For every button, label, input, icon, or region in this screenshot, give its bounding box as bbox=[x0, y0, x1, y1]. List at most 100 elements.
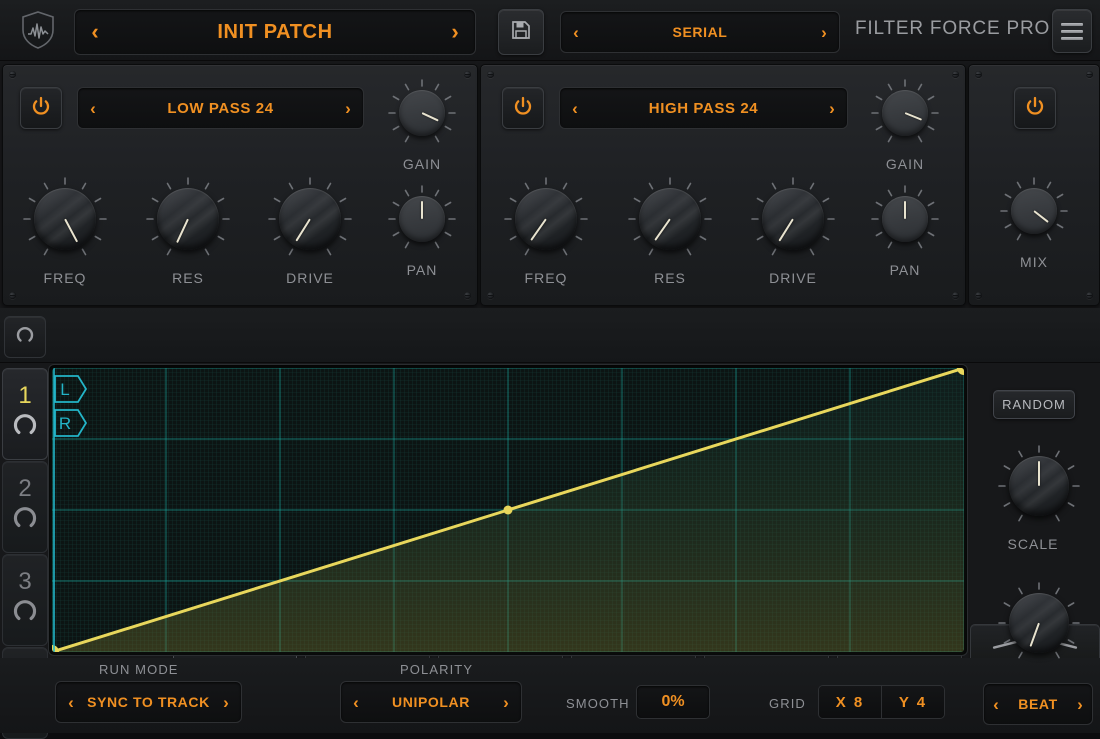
run-mode-value: SYNC TO TRACK bbox=[87, 694, 210, 710]
knob-label: GAIN bbox=[402, 156, 442, 172]
preset-next-button[interactable]: › bbox=[435, 21, 475, 43]
filter-1-power-button[interactable] bbox=[20, 87, 62, 129]
save-preset-button[interactable] bbox=[498, 9, 544, 55]
grid-divisions-group: X 8 Y 4 bbox=[818, 685, 945, 719]
plugin-window: ‹ INIT PATCH › ‹ SERIAL › FILTER FORCE P… bbox=[0, 0, 1100, 739]
polarity-prev[interactable]: ‹ bbox=[341, 694, 371, 711]
filter-1-type-value: LOW PASS 24 bbox=[167, 99, 274, 117]
filter-1-res-knob[interactable]: RES bbox=[142, 175, 234, 286]
lfo-slot-3[interactable]: 3 bbox=[2, 554, 48, 646]
loop-icon bbox=[10, 596, 40, 631]
plugin-title: FILTER FORCE PRO bbox=[855, 18, 1051, 39]
brand-logo-icon bbox=[16, 8, 60, 52]
lfo-loop-button[interactable] bbox=[4, 316, 46, 358]
header-bar: ‹ INIT PATCH › ‹ SERIAL › FILTER FORCE P… bbox=[0, 0, 1100, 61]
grid-y-value[interactable]: Y 4 bbox=[882, 686, 944, 718]
random-button[interactable]: RANDOM bbox=[993, 390, 1075, 419]
knob-label: DRIVE bbox=[286, 270, 334, 286]
rate-knob[interactable] bbox=[996, 580, 1080, 666]
beat-prev[interactable]: ‹ bbox=[984, 696, 1008, 713]
power-icon bbox=[512, 95, 534, 122]
filter-1-pan-knob[interactable]: PAN bbox=[386, 183, 458, 278]
screw-decoration bbox=[1086, 71, 1093, 78]
filter-1-type-selector[interactable]: ‹ LOW PASS 24 › bbox=[77, 87, 364, 129]
run-mode-label: RUN MODE bbox=[99, 662, 179, 677]
filter-1-panel: ‹ LOW PASS 24 › FREQ RES DRIVE GAIN PAN bbox=[2, 64, 478, 306]
filter-2-freq-knob[interactable]: FREQ bbox=[500, 175, 592, 286]
preset-prev-button[interactable]: ‹ bbox=[75, 21, 115, 43]
knob-label: DRIVE bbox=[769, 270, 817, 286]
filter-2-type-prev[interactable]: ‹ bbox=[560, 100, 590, 117]
lfo-curve-editor[interactable]: LR bbox=[52, 368, 964, 652]
smooth-label: SMOOTH bbox=[566, 696, 630, 711]
knob-label: RES bbox=[172, 270, 204, 286]
preset-name: INIT PATCH bbox=[217, 20, 333, 43]
filter-1-type-prev[interactable]: ‹ bbox=[78, 100, 108, 117]
filter-2-pan-knob[interactable]: PAN bbox=[869, 183, 941, 278]
lfo-channel-markers: LR bbox=[53, 368, 88, 652]
filter-1-type-next[interactable]: › bbox=[333, 100, 363, 117]
routing-prev-button[interactable]: ‹ bbox=[561, 24, 591, 41]
beat-next[interactable]: › bbox=[1068, 696, 1092, 713]
knob-label: MIX bbox=[1020, 254, 1048, 270]
filter-2-type-next[interactable]: › bbox=[817, 100, 847, 117]
lfo-slot-2[interactable]: 2 bbox=[2, 461, 48, 553]
filter-1-freq-knob[interactable]: FREQ bbox=[19, 175, 111, 286]
screw-decoration bbox=[1086, 292, 1093, 299]
lfo-slot-number: 1 bbox=[18, 381, 32, 409]
grid-x-value[interactable]: X 8 bbox=[819, 686, 882, 718]
screw-decoration bbox=[975, 292, 982, 299]
menu-button[interactable] bbox=[1052, 9, 1092, 53]
polarity-value: UNIPOLAR bbox=[392, 694, 470, 710]
smooth-value[interactable]: 0% bbox=[636, 685, 710, 719]
run-mode-next[interactable]: › bbox=[211, 694, 241, 711]
knob-label: PAN bbox=[406, 262, 438, 278]
lfo-settings-bar: RUN MODE ‹ SYNC TO TRACK › POLARITY ‹ UN… bbox=[0, 658, 1100, 733]
lfo-slot-1[interactable]: 1 bbox=[2, 368, 48, 460]
knob-label: FREQ bbox=[43, 270, 87, 286]
run-mode-prev[interactable]: ‹ bbox=[56, 694, 86, 711]
beat-selector[interactable]: ‹ BEAT › bbox=[983, 683, 1093, 725]
filter-2-res-knob[interactable]: RES bbox=[624, 175, 716, 286]
power-icon bbox=[30, 95, 52, 122]
beat-value: BEAT bbox=[1018, 696, 1058, 712]
svg-text:L: L bbox=[60, 380, 69, 399]
screw-decoration bbox=[487, 292, 494, 299]
hamburger-menu-icon bbox=[1061, 22, 1083, 40]
filter-2-type-selector[interactable]: ‹ HIGH PASS 24 › bbox=[559, 87, 848, 129]
filter-1-gain-knob[interactable]: GAIN bbox=[386, 77, 458, 172]
lfo-slot-number: 2 bbox=[18, 474, 32, 502]
lfo-waveform-bar: STEREO bbox=[0, 308, 1100, 666]
filter-2-drive-knob[interactable]: DRIVE bbox=[747, 175, 839, 286]
knob-label: RES bbox=[654, 270, 686, 286]
run-mode-selector[interactable]: ‹ SYNC TO TRACK › bbox=[55, 681, 242, 723]
screw-decoration bbox=[464, 292, 471, 299]
screw-decoration bbox=[9, 71, 16, 78]
lfo-slot-number: 3 bbox=[18, 567, 32, 595]
scale-knob[interactable]: SCALE bbox=[996, 443, 1080, 552]
filter-2-power-button[interactable] bbox=[502, 87, 544, 129]
loop-icon bbox=[10, 503, 40, 538]
filter-1-drive-knob[interactable]: DRIVE bbox=[264, 175, 356, 286]
mix-knob[interactable]: MIX bbox=[998, 175, 1070, 270]
routing-name: SERIAL bbox=[672, 24, 728, 40]
knob-label: PAN bbox=[889, 262, 921, 278]
screw-decoration bbox=[952, 292, 959, 299]
mix-power-button[interactable] bbox=[1014, 87, 1056, 129]
routing-selector[interactable]: ‹ SERIAL › bbox=[560, 11, 840, 53]
mix-panel: MIX bbox=[968, 64, 1100, 306]
filter-2-panel: ‹ HIGH PASS 24 › FREQ RES DRIVE GAIN PAN bbox=[480, 64, 966, 306]
filter-2-type-value: HIGH PASS 24 bbox=[648, 99, 759, 117]
routing-next-button[interactable]: › bbox=[809, 24, 839, 41]
screw-decoration bbox=[487, 71, 494, 78]
lfo-graph-panel[interactable]: LR bbox=[48, 364, 968, 656]
floppy-save-icon bbox=[511, 20, 531, 45]
loop-icon bbox=[14, 324, 36, 351]
preset-selector[interactable]: ‹ INIT PATCH › bbox=[74, 9, 476, 55]
polarity-next[interactable]: › bbox=[491, 694, 521, 711]
screw-decoration bbox=[952, 71, 959, 78]
polarity-label: POLARITY bbox=[400, 662, 474, 677]
screw-decoration bbox=[9, 292, 16, 299]
filter-2-gain-knob[interactable]: GAIN bbox=[869, 77, 941, 172]
polarity-selector[interactable]: ‹ UNIPOLAR › bbox=[340, 681, 522, 723]
